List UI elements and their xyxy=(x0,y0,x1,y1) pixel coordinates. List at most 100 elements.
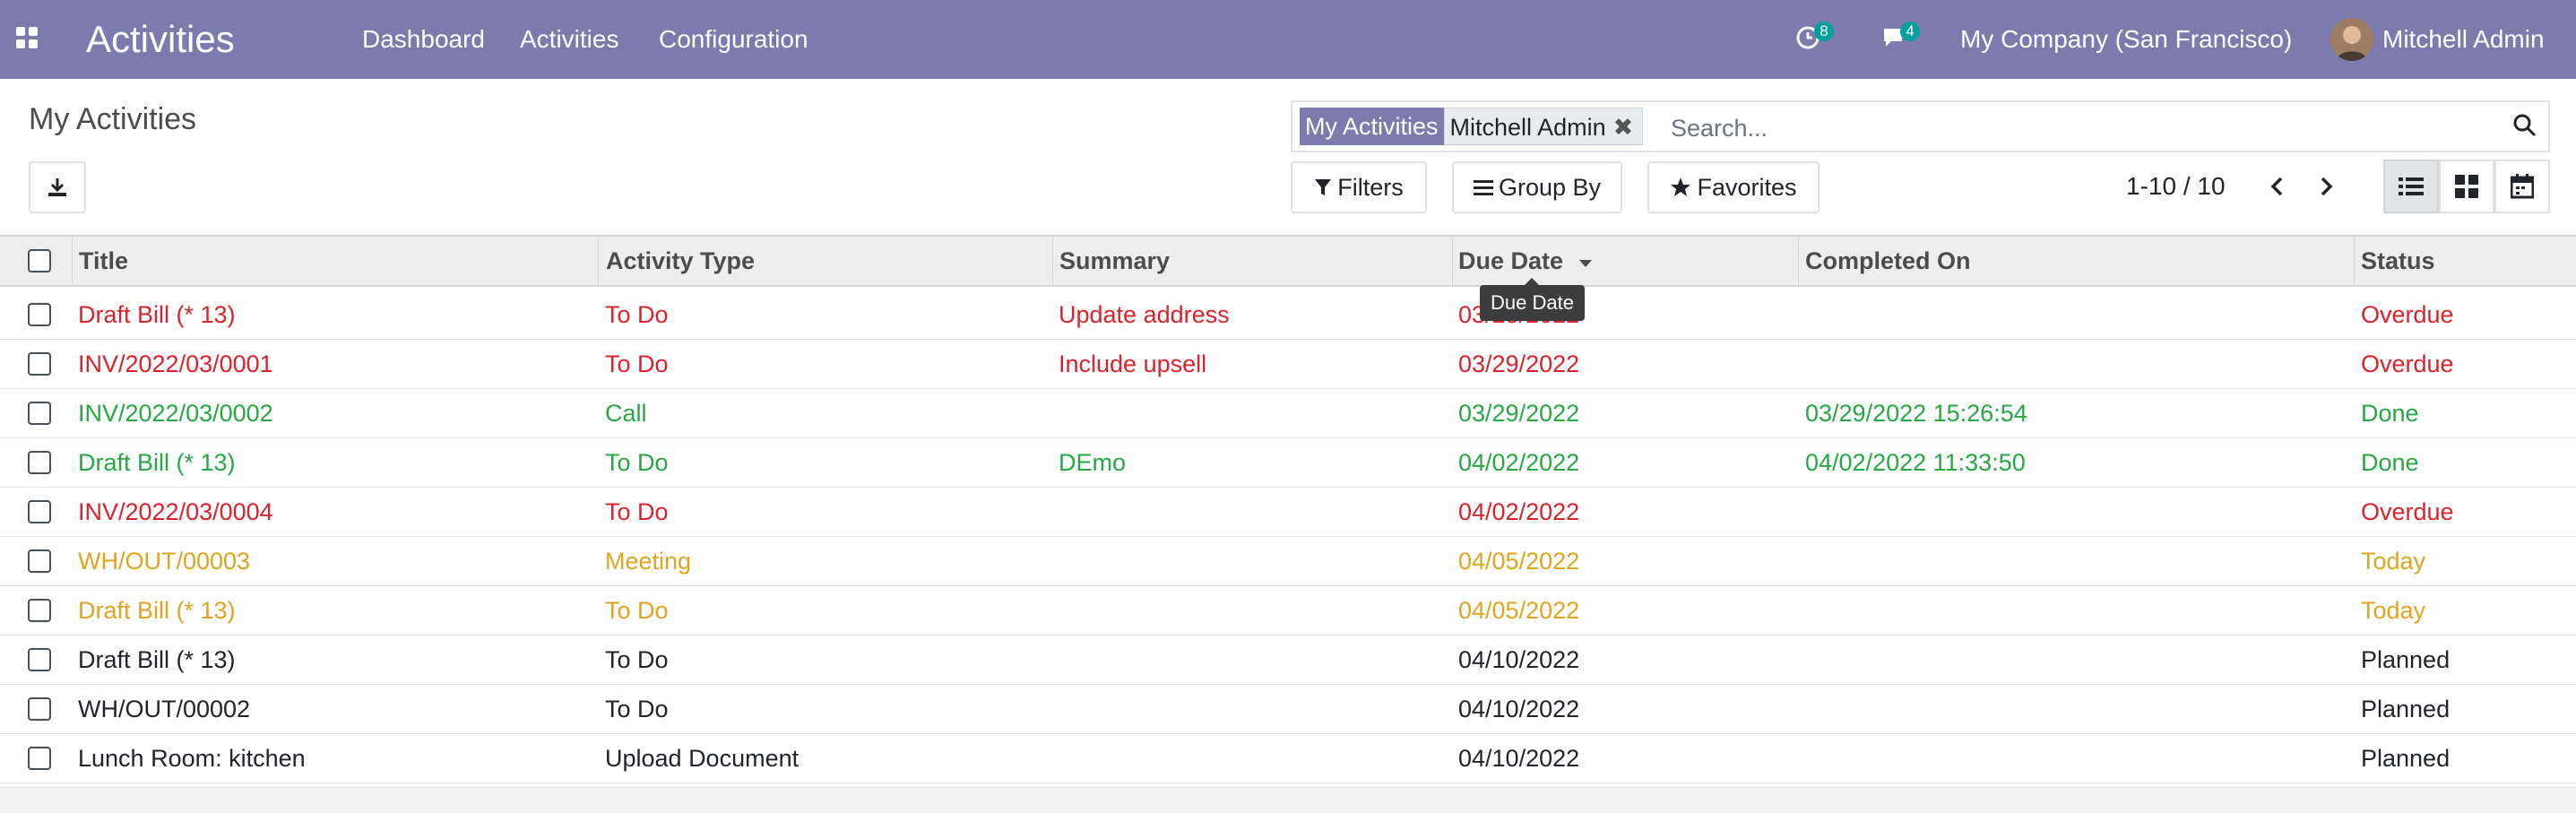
column-summary[interactable]: Summary xyxy=(1059,247,1170,275)
row-checkbox[interactable] xyxy=(28,352,51,376)
close-icon[interactable]: ✖ xyxy=(1610,114,1638,141)
column-activity-type[interactable]: Activity Type xyxy=(606,247,755,275)
cell-due-date: 04/02/2022 xyxy=(1458,449,1580,476)
cell-completed-on: 03/29/2022 15:26:54 xyxy=(1805,400,2027,427)
row-checkbox[interactable] xyxy=(28,500,51,523)
cell-activity-type: To Do xyxy=(605,646,669,673)
cell-status: Overdue xyxy=(2361,498,2454,525)
cell-status: Planned xyxy=(2361,696,2451,722)
column-due-date[interactable]: Due Date xyxy=(1458,247,1594,275)
row-checkbox[interactable] xyxy=(28,648,51,671)
filter-icon xyxy=(1315,179,1332,195)
favorites-label: Favorites xyxy=(1697,173,1797,201)
cell-activity-type: Call xyxy=(605,400,647,427)
table-row[interactable]: INV/2022/03/0001 To Do Include upsell 03/29… xyxy=(0,340,2576,389)
facet-value: Mitchell Admin ✖ xyxy=(1443,108,1644,145)
menu-configuration[interactable]: Configuration xyxy=(659,23,808,56)
row-checkbox[interactable] xyxy=(28,599,51,622)
column-status[interactable]: Status xyxy=(2361,247,2435,275)
cell-activity-type: To Do xyxy=(605,449,669,476)
cell-status: Done xyxy=(2361,449,2419,476)
select-all-checkbox[interactable] xyxy=(28,249,51,272)
chevron-left-icon[interactable] xyxy=(2262,170,2293,203)
group-by-button[interactable]: Group By xyxy=(1452,161,1622,213)
list-view-icon[interactable] xyxy=(2383,160,2439,213)
cell-due-date: 04/10/2022 xyxy=(1458,646,1580,673)
row-checkbox[interactable] xyxy=(28,303,51,326)
user-menu[interactable]: Mitchell Admin xyxy=(2382,23,2545,56)
row-checkbox[interactable] xyxy=(28,402,51,425)
cell-summary: Include upsell xyxy=(1059,350,1207,377)
cell-summary: DEmo xyxy=(1059,449,1127,476)
facet-value-text: Mitchell Admin xyxy=(1449,114,1606,141)
cell-activity-type: To Do xyxy=(605,696,669,722)
cell-status: Planned xyxy=(2361,745,2451,772)
cell-activity-type: Upload Document xyxy=(605,745,800,772)
table-row[interactable]: Draft Bill (* 13) To Do 04/05/2022 Today xyxy=(0,586,2576,636)
clock-icon[interactable]: 8 xyxy=(1794,22,1834,56)
cell-summary: Update address xyxy=(1059,301,1230,328)
search-input[interactable] xyxy=(1669,111,2461,145)
due-date-header-label: Due Date xyxy=(1458,247,1564,274)
cell-title: INV/2022/03/0002 xyxy=(78,400,273,427)
row-checkbox[interactable] xyxy=(28,549,51,573)
chevron-right-icon[interactable] xyxy=(2311,170,2341,203)
menu-activities[interactable]: Activities xyxy=(520,23,618,56)
table-row[interactable]: Draft Bill (* 13) To Do DEmo 04/02/2022 04/0… xyxy=(0,438,2576,488)
calendar-view-icon[interactable] xyxy=(2494,160,2550,213)
table-row[interactable]: INV/2022/03/0004 To Do 04/02/2022 Overdue xyxy=(0,488,2576,537)
row-checkbox[interactable] xyxy=(28,697,51,721)
facet-label: My Activities xyxy=(1300,108,1444,145)
filters-button[interactable]: Filters xyxy=(1291,161,1427,213)
chat-icon[interactable]: 4 xyxy=(1880,22,1920,56)
search-bar: My Activities Mitchell Admin ✖ xyxy=(1291,100,2550,152)
table-row[interactable]: WH/OUT/00003 Meeting 04/05/2022 Today xyxy=(0,537,2576,586)
cell-status: Done xyxy=(2361,400,2419,427)
table-row[interactable]: INV/2022/03/0002 Call 03/29/2022 03/29/2022… xyxy=(0,389,2576,438)
cell-title: Draft Bill (* 13) xyxy=(78,597,236,624)
table-footer xyxy=(0,787,2576,813)
menu-dashboard[interactable]: Dashboard xyxy=(362,23,485,56)
top-navbar: Activities Dashboard Activities Configur… xyxy=(0,0,2576,79)
cell-status: Planned xyxy=(2361,646,2451,673)
column-title[interactable]: Title xyxy=(79,247,128,275)
table-row[interactable]: Draft Bill (* 13) To Do 04/10/2022 Planned xyxy=(0,636,2576,685)
list-bars-icon xyxy=(1473,180,1493,195)
cell-due-date: 04/10/2022 xyxy=(1458,696,1580,722)
cell-completed-on: 04/02/2022 11:33:50 xyxy=(1805,449,2026,476)
group-by-label: Group By xyxy=(1498,173,1602,201)
cell-title: WH/OUT/00002 xyxy=(78,696,251,722)
company-switcher[interactable]: My Company (San Francisco) xyxy=(1960,23,2292,56)
activity-count-badge: 8 xyxy=(1814,22,1834,41)
sort-down-icon xyxy=(1578,260,1592,267)
cell-due-date: 04/05/2022 xyxy=(1458,548,1580,575)
table-row[interactable]: Draft Bill (* 13)To DoUpdate address03/2… xyxy=(0,290,2576,340)
cell-due-date: 04/05/2022 xyxy=(1458,597,1580,624)
cell-title: Lunch Room: kitchen xyxy=(78,745,306,772)
download-button[interactable] xyxy=(29,161,86,213)
cell-due-date: 03/29/2022 xyxy=(1458,400,1580,427)
column-completed-on[interactable]: Completed On xyxy=(1805,247,1971,275)
table-row[interactable]: Lunch Room: kitchen Upload Document 04/10/… xyxy=(0,734,2576,783)
table-row[interactable]: WH/OUT/00002 To Do 04/10/2022 Planned xyxy=(0,685,2576,734)
cell-activity-type: Meeting xyxy=(605,548,692,575)
apps-grid-icon[interactable] xyxy=(16,27,41,52)
cell-title: WH/OUT/00003 xyxy=(78,548,251,575)
filters-label: Filters xyxy=(1337,173,1404,201)
row-checkbox[interactable] xyxy=(28,747,51,770)
favorites-button[interactable]: Favorites xyxy=(1647,161,1820,213)
breadcrumb: My Activities xyxy=(29,102,197,136)
kanban-view-icon[interactable] xyxy=(2439,160,2494,213)
app-title[interactable]: Activities xyxy=(86,14,235,65)
cell-title: Draft Bill (* 13) xyxy=(78,301,236,328)
row-checkbox[interactable] xyxy=(28,451,51,474)
tooltip: Due Date xyxy=(1480,278,1585,321)
pager-value[interactable]: 1-10 / 10 xyxy=(2126,172,2226,201)
cell-title: INV/2022/03/0001 xyxy=(78,350,273,377)
cell-status: Today xyxy=(2361,548,2426,575)
search-icon[interactable] xyxy=(2512,113,2539,140)
avatar[interactable] xyxy=(2330,18,2373,61)
search-facet: My Activities Mitchell Admin ✖ xyxy=(1300,108,1644,145)
cell-status: Overdue xyxy=(2361,301,2454,328)
cell-activity-type: To Do xyxy=(605,597,669,624)
